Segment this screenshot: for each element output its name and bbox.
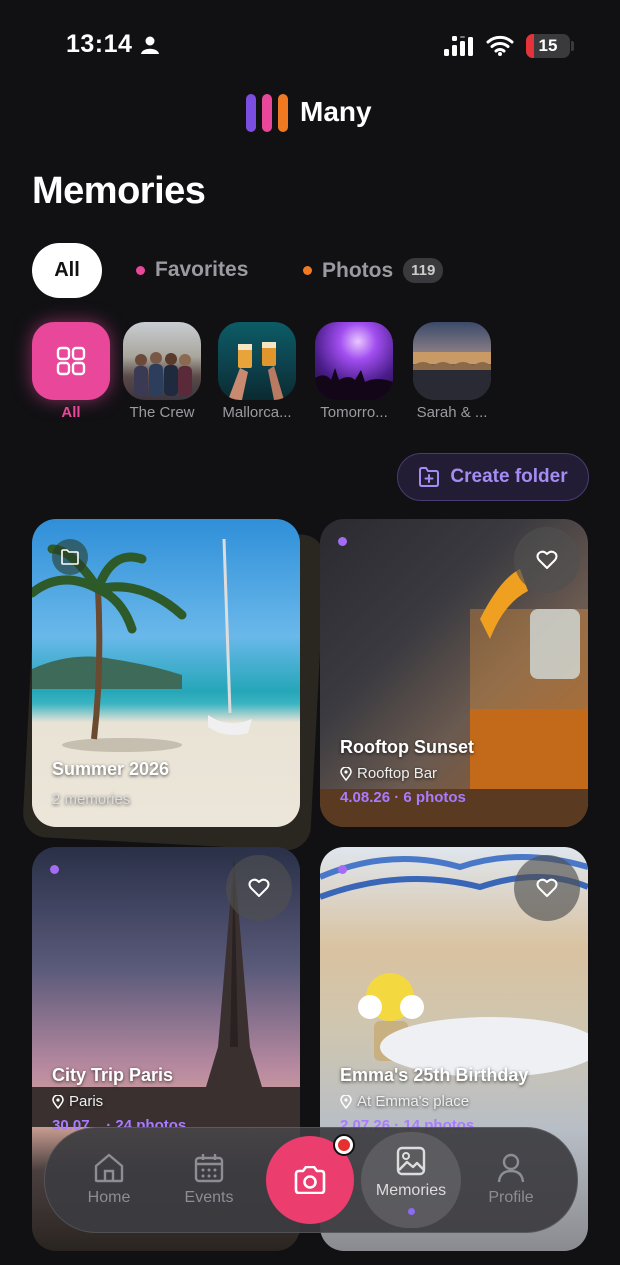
- nav-events[interactable]: Events: [169, 1128, 249, 1232]
- concert-image: [315, 368, 393, 400]
- beer-toast-image: [228, 342, 284, 400]
- folder-mallorca-label: Mallorca...: [222, 404, 292, 421]
- nav-profile-label: Profile: [488, 1189, 534, 1206]
- card-title: City Trip Paris: [52, 1065, 174, 1085]
- tab-favorites[interactable]: Favorites: [136, 258, 248, 282]
- folder-plus-icon: [419, 467, 440, 487]
- card-location: Rooftop Bar: [340, 765, 437, 782]
- create-folder-button[interactable]: Create folder: [397, 453, 589, 501]
- card-photos: 6 photos: [403, 789, 466, 806]
- folder-icon: [52, 539, 88, 575]
- person-icon: [141, 36, 159, 54]
- status-time: 13:14: [66, 30, 133, 58]
- favorite-button[interactable]: [226, 855, 292, 921]
- folder-sarah-label: Sarah & ...: [416, 404, 488, 421]
- card-location-label: At Emma's place: [357, 1093, 470, 1110]
- recording-indicator: [333, 1134, 355, 1156]
- wifi-icon: [486, 35, 514, 56]
- nav-active-dot: [407, 1207, 415, 1215]
- nav-home-label: Home: [87, 1189, 131, 1206]
- location-pin-icon: [340, 766, 352, 781]
- location-pin-icon: [52, 1094, 64, 1109]
- nav-memories-label: Memories: [375, 1181, 447, 1199]
- folder-tomorrowland-label: Tomorro...: [320, 404, 388, 421]
- grid-icon: [56, 346, 86, 376]
- card-date: 4.08.26: [340, 789, 391, 806]
- card-location-label: Paris: [69, 1093, 104, 1110]
- gallery-icon: [396, 1146, 426, 1175]
- battery-indicator: 15: [526, 34, 570, 58]
- favorite-button[interactable]: [514, 855, 580, 921]
- page-title: Memories: [32, 170, 206, 212]
- memory-card-summer-2026[interactable]: Summer 2026 2 memories: [32, 519, 300, 827]
- nav-profile[interactable]: Profile: [471, 1128, 551, 1232]
- group-photo-image: [134, 352, 192, 396]
- home-icon: [94, 1153, 124, 1183]
- favorite-button[interactable]: [514, 527, 580, 593]
- calendar-icon: [194, 1154, 224, 1183]
- folder-sarah[interactable]: [413, 322, 491, 400]
- tab-favorites-label: Favorites: [155, 258, 249, 281]
- unread-dot: [338, 537, 347, 546]
- unread-dot: [338, 865, 347, 874]
- tab-photos[interactable]: Photos 119: [303, 258, 444, 283]
- folder-the-crew-label: The Crew: [129, 404, 195, 421]
- nav-home[interactable]: Home: [69, 1128, 149, 1232]
- card-location: Paris: [52, 1093, 103, 1110]
- card-title: Rooftop Sunset: [340, 737, 474, 757]
- create-folder-label: Create folder: [450, 466, 568, 487]
- folder-tomorrowland[interactable]: [315, 322, 393, 400]
- profile-icon: [497, 1153, 525, 1183]
- heart-icon: [536, 878, 558, 897]
- card-date-photos: 4.08.26 · 6 photos: [340, 789, 466, 806]
- folder-all-label: All: [61, 404, 81, 421]
- card-title: Emma's 25th Birthday: [340, 1065, 529, 1085]
- unread-dot: [50, 865, 59, 874]
- card-title: Summer 2026: [52, 759, 170, 779]
- card-location: At Emma's place: [340, 1093, 469, 1110]
- folder-all[interactable]: [32, 322, 110, 400]
- card-location-label: Rooftop Bar: [357, 765, 438, 782]
- brand-name: Many: [300, 96, 372, 127]
- tab-photos-label: Photos: [322, 258, 394, 282]
- nav-memories[interactable]: Memories: [361, 1128, 461, 1232]
- nav-events-label: Events: [184, 1189, 234, 1206]
- camera-icon: [294, 1166, 326, 1194]
- photos-dot: [303, 266, 312, 275]
- photos-count-badge: 119: [403, 258, 444, 283]
- battery-level: 15: [538, 36, 558, 55]
- brand-logo-icon: [246, 94, 290, 132]
- favorites-dot: [136, 265, 145, 275]
- heart-icon: [248, 878, 270, 897]
- city-bridge-image: [413, 352, 491, 400]
- folder-mallorca[interactable]: [218, 322, 296, 400]
- heart-icon: [536, 550, 558, 569]
- battery-tip: [571, 41, 574, 51]
- signal-icon: [444, 36, 473, 56]
- card-meta: 2 memories: [52, 791, 131, 808]
- memory-card-rooftop-sunset[interactable]: Rooftop Sunset Rooftop Bar 4.08.26 · 6 p…: [320, 519, 588, 827]
- location-pin-icon: [340, 1094, 352, 1109]
- tab-all[interactable]: All: [32, 243, 102, 298]
- folder-the-crew[interactable]: [123, 322, 201, 400]
